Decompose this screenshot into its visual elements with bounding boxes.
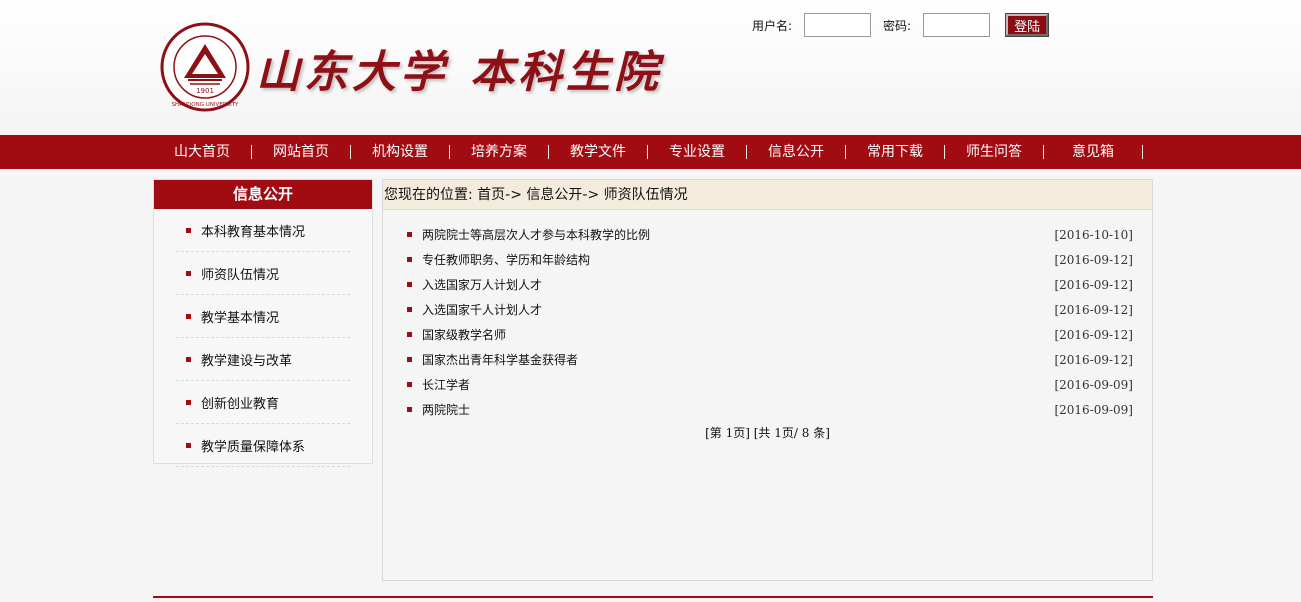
- article-title[interactable]: 专任教师职务、学历和年龄结构: [422, 251, 1054, 268]
- list-item[interactable]: 国家杰出青年科学基金获得者 [2016-09-12]: [407, 347, 1133, 372]
- bullet-icon: [186, 227, 191, 233]
- nav-item-suggestions[interactable]: 意见箱: [1044, 135, 1142, 169]
- breadcrumb: 您现在的位置: 首页-> 信息公开-> 师资队伍情况: [383, 180, 1152, 210]
- article-title[interactable]: 国家级教学名师: [422, 326, 1054, 343]
- nav-separator: [845, 145, 846, 159]
- article-date: [2016-09-12]: [1054, 252, 1133, 267]
- article-title[interactable]: 入选国家万人计划人才: [422, 276, 1054, 293]
- article-date: [2016-09-12]: [1054, 352, 1133, 367]
- nav-separator: [746, 145, 747, 159]
- sidebar-item-teaching-reform[interactable]: 教学建设与改革: [176, 338, 350, 381]
- nav-item-majors[interactable]: 专业设置: [648, 135, 746, 169]
- password-input[interactable]: [923, 13, 991, 37]
- seal-year: 1901: [196, 87, 214, 95]
- sidebar: 信息公开 本科教育基本情况 师资队伍情况 教学基本情况 教学建设与改革 创新创业…: [153, 179, 373, 467]
- article-date: [2016-09-12]: [1054, 277, 1133, 292]
- sidebar-item-undergrad-overview[interactable]: 本科教育基本情况: [176, 209, 350, 252]
- nav-separator: [251, 145, 252, 159]
- header: 1901 SHANDONG UNIVERSITY 山东大学 本科生院 用户名: 密…: [0, 0, 1301, 135]
- password-label: 密码:: [883, 18, 912, 33]
- pagination: [第 1页] [共 1页/ 8 条]: [705, 426, 830, 440]
- bullet-icon: [186, 442, 191, 448]
- nav-separator: [1142, 145, 1143, 159]
- article-date: [2016-09-09]: [1054, 402, 1133, 417]
- bullet-icon: [407, 257, 412, 262]
- bullet-icon: [186, 270, 191, 276]
- sidebar-title: 信息公开: [154, 180, 372, 209]
- list-item[interactable]: 两院院士等高层次人才参与本科教学的比例 [2016-10-10]: [407, 222, 1133, 247]
- nav-separator: [1043, 145, 1044, 159]
- sidebar-item-label: 本科教育基本情况: [201, 224, 306, 240]
- nav-item-qa[interactable]: 师生问答: [945, 135, 1043, 169]
- bullet-icon: [407, 357, 412, 362]
- article-title[interactable]: 国家杰出青年科学基金获得者: [422, 351, 1054, 368]
- article-title[interactable]: 两院院士: [422, 401, 1054, 418]
- sidebar-item-label: 教学质量保障体系: [201, 439, 306, 455]
- nav-item-teaching-docs[interactable]: 教学文件: [549, 135, 647, 169]
- nav-item-training-plan[interactable]: 培养方案: [450, 135, 548, 169]
- nav-separator: [548, 145, 549, 159]
- username-label: 用户名:: [752, 18, 793, 33]
- footer-divider: [153, 596, 1153, 598]
- bullet-icon: [186, 399, 191, 405]
- login-form: 用户名: 密码: 登陆: [752, 13, 1050, 37]
- sidebar-item-label: 师资队伍情况: [201, 267, 280, 283]
- nav-item-info-disclosure[interactable]: 信息公开: [747, 135, 845, 169]
- list-item[interactable]: 入选国家千人计划人才 [2016-09-12]: [407, 297, 1133, 322]
- sidebar-item-quality-assurance[interactable]: 教学质量保障体系: [176, 424, 350, 467]
- username-input[interactable]: [804, 13, 872, 37]
- nav-separator: [449, 145, 450, 159]
- bullet-icon: [186, 356, 191, 362]
- bullet-icon: [407, 307, 412, 312]
- nav-item-downloads[interactable]: 常用下载: [846, 135, 944, 169]
- bullet-icon: [186, 313, 191, 319]
- site-logo-title: 山东大学 本科生院: [256, 36, 662, 100]
- article-date: [2016-09-09]: [1054, 377, 1133, 392]
- sidebar-item-label: 教学基本情况: [201, 310, 280, 326]
- list-item[interactable]: 专任教师职务、学历和年龄结构 [2016-09-12]: [407, 247, 1133, 272]
- article-date: [2016-10-10]: [1054, 227, 1133, 242]
- article-date: [2016-09-12]: [1054, 302, 1133, 317]
- sidebar-item-innovation[interactable]: 创新创业教育: [176, 381, 350, 424]
- nav-separator: [944, 145, 945, 159]
- article-title[interactable]: 入选国家千人计划人才: [422, 301, 1054, 318]
- article-title[interactable]: 长江学者: [422, 376, 1054, 393]
- sidebar-item-label: 教学建设与改革: [201, 353, 293, 369]
- sidebar-item-teaching-basics[interactable]: 教学基本情况: [176, 295, 350, 338]
- bullet-icon: [407, 282, 412, 287]
- nav-separator: [647, 145, 648, 159]
- article-title[interactable]: 两院院士等高层次人才参与本科教学的比例: [422, 226, 1054, 243]
- bullet-icon: [407, 332, 412, 337]
- list-item[interactable]: 两院院士 [2016-09-09]: [407, 397, 1133, 422]
- university-seal-logo[interactable]: 1901 SHANDONG UNIVERSITY: [160, 22, 250, 112]
- main-content: 您现在的位置: 首页-> 信息公开-> 师资队伍情况 两院院士等高层次人才参与本…: [382, 179, 1153, 581]
- nav-item-sdu-home[interactable]: 山大首页: [153, 135, 251, 169]
- list-item[interactable]: 国家级教学名师 [2016-09-12]: [407, 322, 1133, 347]
- list-item[interactable]: 入选国家万人计划人才 [2016-09-12]: [407, 272, 1133, 297]
- sidebar-item-faculty[interactable]: 师资队伍情况: [176, 252, 350, 295]
- article-date: [2016-09-12]: [1054, 327, 1133, 342]
- sidebar-item-label: 创新创业教育: [201, 396, 280, 412]
- bullet-icon: [407, 407, 412, 412]
- nav-item-organization[interactable]: 机构设置: [351, 135, 449, 169]
- seal-caption: SHANDONG UNIVERSITY: [172, 102, 239, 108]
- article-list: 两院院士等高层次人才参与本科教学的比例 [2016-10-10] 专任教师职务、学…: [383, 210, 1152, 422]
- login-button[interactable]: 登陆: [1005, 13, 1050, 37]
- bullet-icon: [407, 232, 412, 237]
- logo-text-university: 山东大学: [256, 47, 448, 98]
- logo-text-college: 本科生院: [470, 47, 662, 98]
- main-nav: 山大首页 网站首页 机构设置 培养方案 教学文件 专业设置 信息公开 常用下载 …: [0, 135, 1301, 169]
- nav-separator: [350, 145, 351, 159]
- nav-item-site-home[interactable]: 网站首页: [252, 135, 350, 169]
- bullet-icon: [407, 382, 412, 387]
- list-item[interactable]: 长江学者 [2016-09-09]: [407, 372, 1133, 397]
